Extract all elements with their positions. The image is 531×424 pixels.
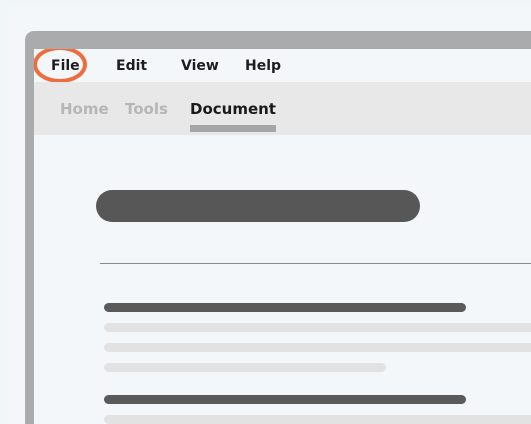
app-window: File Edit View Help Home Tools Document (25, 31, 531, 424)
active-tab-indicator (190, 125, 276, 132)
document-divider (100, 263, 531, 264)
menu-view[interactable]: View (181, 57, 219, 75)
menu-help[interactable]: Help (245, 57, 281, 75)
heading-placeholder-line (104, 303, 466, 312)
app-window-content: File Edit View Help Home Tools Document (34, 49, 531, 424)
document-canvas (34, 135, 531, 424)
heading-placeholder-line (104, 395, 466, 404)
text-placeholder-line (104, 415, 531, 424)
menu-bar: File Edit View Help (34, 49, 531, 83)
tab-document[interactable]: Document (190, 99, 276, 119)
text-placeholder-line (104, 363, 386, 372)
text-placeholder-line (104, 343, 531, 352)
menu-file[interactable]: File (51, 57, 80, 75)
ribbon-tab-bar: Home Tools Document (34, 82, 531, 135)
text-placeholder-line (104, 323, 531, 332)
menu-edit[interactable]: Edit (116, 57, 147, 75)
tab-tools[interactable]: Tools (125, 99, 168, 119)
document-title-placeholder (96, 190, 420, 222)
tab-home[interactable]: Home (60, 99, 109, 119)
